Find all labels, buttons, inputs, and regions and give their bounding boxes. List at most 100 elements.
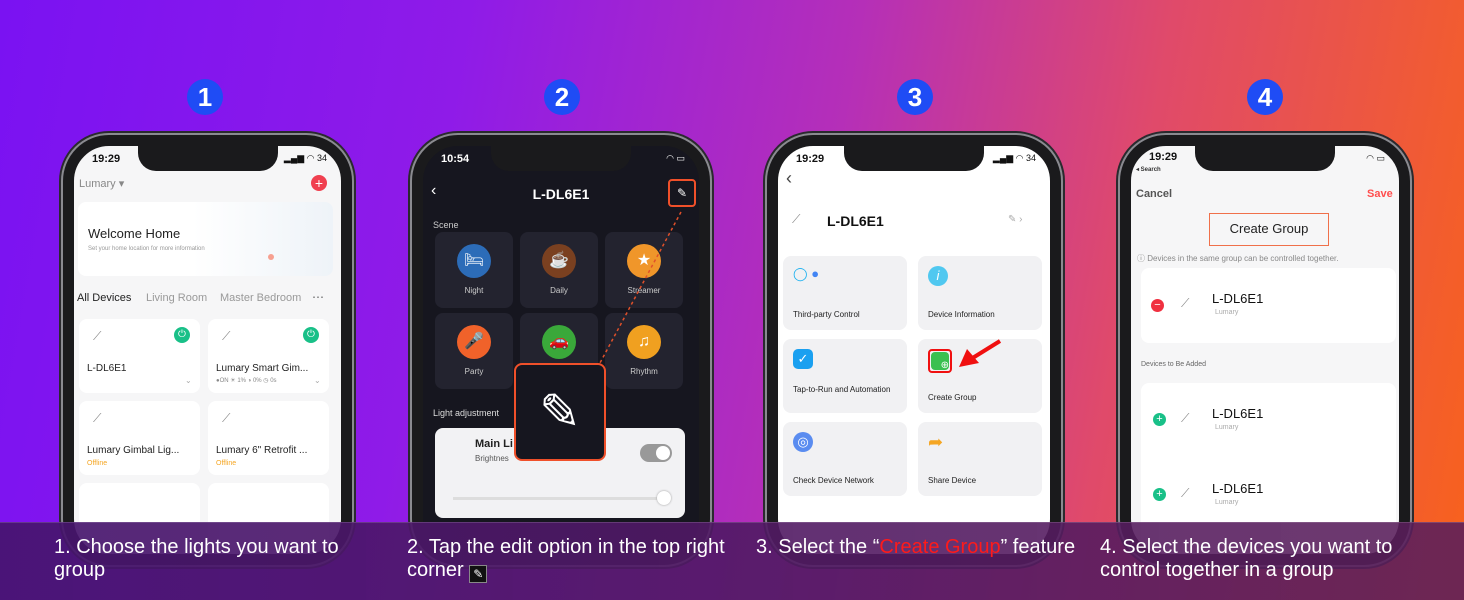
step-number-2: 2 (544, 79, 580, 115)
status-time: 19:29 (92, 153, 121, 165)
option-check-device-network[interactable]: ◎ Check Device Network (783, 422, 907, 496)
lamp-icon: ⟋ (93, 411, 102, 425)
device-card[interactable]: ⟋ ⏻ Lumary Smart Gim... ●ON ☀ 1% ◑ 0% ◷ … (208, 319, 329, 393)
option-tap-to-run-and-automation[interactable]: ✓ Tap-to-Run and Automation (783, 339, 907, 413)
option-label: Create Group (928, 393, 977, 402)
welcome-subtitle: Set your home location for more informat… (88, 246, 205, 252)
lamp-icon: ⟋ (222, 329, 231, 343)
network-icon: ◎ (793, 432, 813, 452)
device-name: Lumary Smart Gim... (216, 363, 309, 374)
power-icon[interactable]: ⏻ (174, 327, 190, 343)
device-status: ●ON ☀ 1% ◑ 0% ◷ 0s (216, 378, 277, 384)
map-pin-icon (268, 254, 274, 260)
group-devices-list: − ⟋ L-DL6E1 Lumary (1141, 268, 1396, 343)
option-label: Device Information (928, 310, 995, 319)
notch (844, 146, 984, 171)
info-text: ⓘ Devices in the same group can be contr… (1137, 254, 1339, 263)
option-label: Tap-to-Run and Automation (793, 385, 891, 394)
more-tabs-icon[interactable]: ⋯ (312, 290, 324, 304)
tab-all-devices[interactable]: All Devices (77, 292, 131, 304)
lamp-icon: ⟋ (1181, 486, 1190, 500)
tab-living-room[interactable]: Living Room (146, 292, 207, 304)
lamp-icon: ⟋ (222, 411, 231, 425)
status-time: 19:29 (1149, 151, 1178, 163)
device-name: L-DL6E1 (1212, 291, 1264, 306)
status-icons: ▂▄▆ ◠ 34 (992, 153, 1036, 163)
device-brand: Lumary (1215, 309, 1239, 316)
lamp-icon: ⟋ (1181, 296, 1190, 310)
battery: 34 (1025, 153, 1036, 163)
status-time: 19:29 (796, 153, 825, 165)
edit-icon[interactable]: ✎ › (1008, 214, 1023, 225)
info-icon: i (928, 266, 948, 286)
step-number-4: 4 (1247, 79, 1283, 115)
device-card[interactable]: ⟋ ⏻ L-DL6E1 ⌄ (79, 319, 200, 393)
phone-2: 10:54 ◠ ▭ ‹ L-DL6E1 ✎ Scene 🛏 Night ☕ Daily… (412, 135, 710, 565)
home-name: Lumary (79, 178, 116, 190)
share-icon: ➦ (928, 432, 944, 452)
option-label: Third-party Control (793, 310, 860, 319)
caption-text: ” feature (1000, 536, 1076, 558)
edit-icon-zoom: ✎ (514, 363, 606, 461)
home-selector[interactable]: Lumary ▾ (79, 177, 124, 190)
chevron-down-icon[interactable]: ⌄ (314, 376, 321, 385)
cancel-button[interactable]: Cancel (1136, 188, 1172, 200)
device-status: Offline (216, 460, 237, 467)
device-status: Offline (87, 460, 108, 467)
battery: 34 (316, 153, 327, 163)
step-number-1: 1 (187, 79, 223, 115)
add-icon[interactable]: + (1153, 488, 1166, 501)
arrow-icon (959, 339, 1002, 367)
option-share-device[interactable]: ➦ Share Device (918, 422, 1042, 496)
caption-highlight: Create Group (879, 536, 1001, 558)
automation-icon: ✓ (793, 349, 813, 369)
lamp-icon: ⟋ (93, 329, 102, 343)
phone-4: 19:29 ◂ Search ◠ ▭ Cancel Save Create Gr… (1120, 135, 1410, 565)
device-name: L-DL6E1 (1212, 481, 1264, 496)
power-icon[interactable]: ⏻ (303, 327, 319, 343)
device-name: L-DL6E1 (87, 363, 127, 374)
caption-step-2: 2. Tap the edit option in the top right … (407, 536, 727, 583)
back-to-search[interactable]: ◂ Search (1136, 166, 1161, 173)
phone-1: 19:29 ▂▄▆ ◠ 34 Lumary ▾ + Welcome Home S… (63, 135, 352, 565)
welcome-card[interactable]: Welcome Home Set your home location for … (78, 202, 333, 276)
caption-text: 2. Tap the edit option in the top right … (407, 536, 725, 581)
remove-icon[interactable]: − (1151, 299, 1164, 312)
tab-master-bedroom[interactable]: Master Bedroom (220, 292, 301, 304)
device-brand: Lumary (1215, 424, 1239, 431)
notch (137, 146, 278, 171)
option-device-information[interactable]: i Device Information (918, 256, 1042, 330)
create-group-icon: ⊕ (928, 349, 952, 373)
device-name: L-DL6E1 (1212, 406, 1264, 421)
device-card[interactable]: ⟋ Lumary Gimbal Lig... Offline (79, 401, 200, 475)
option-third-party-control[interactable]: ◯ ● Third-party Control (783, 256, 907, 330)
device-card[interactable]: ⟋ Lumary 6" Retrofit ... Offline (208, 401, 329, 475)
section-label: Devices to Be Added (1141, 361, 1206, 368)
edit-icon: ✎ (469, 565, 488, 583)
save-button[interactable]: Save (1367, 188, 1393, 200)
device-name: Lumary 6" Retrofit ... (216, 445, 308, 456)
status-icons: ◠ ▭ (1366, 153, 1385, 163)
option-label: Check Device Network (793, 476, 874, 485)
add-icon[interactable]: + (1153, 413, 1166, 426)
caption-text: 3. Select the “ (756, 536, 880, 558)
lamp-icon: ⟋ (792, 212, 801, 226)
info-message: Devices in the same group can be control… (1147, 254, 1339, 263)
back-icon[interactable]: ‹ (786, 168, 792, 189)
phone-3: 19:29 ▂▄▆ ◠ 34 ‹ ⟋ L-DL6E1 ✎ › ◯ ● Third-… (767, 135, 1061, 565)
page-title: Create Group (1209, 213, 1329, 246)
notch (1195, 146, 1335, 171)
lamp-icon: ⟋ (1181, 411, 1190, 425)
caption-step-1: 1. Choose the lights you want to group (54, 536, 339, 581)
caption-step-3: 3. Select the “Create Group” feature (756, 536, 1086, 559)
chevron-down-icon[interactable]: ⌄ (185, 376, 192, 385)
step-number-3: 3 (897, 79, 933, 115)
welcome-title: Welcome Home (88, 226, 181, 241)
device-name: Lumary Gimbal Lig... (87, 445, 180, 456)
device-brand: Lumary (1215, 499, 1239, 506)
option-label: Share Device (928, 476, 977, 485)
add-button[interactable]: + (311, 175, 327, 191)
device-name: L-DL6E1 (827, 213, 884, 229)
status-icons: ▂▄▆ ◠ 34 (283, 153, 327, 163)
third-party-control-icon: ◯ ● (793, 266, 820, 281)
